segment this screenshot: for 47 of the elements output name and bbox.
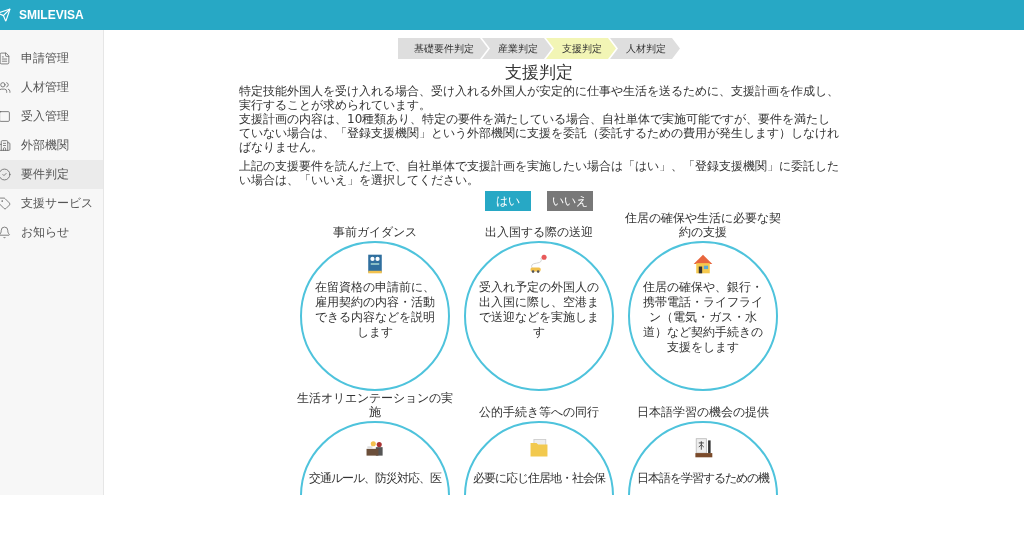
service-description: 受入れ予定の外国人の出入国に際し、空港まで送迎などを実施します [478,280,600,340]
brand-name: SMILEVISA [19,8,84,22]
tag-icon [0,197,11,210]
building-icon [0,139,11,152]
service-title: 事前ガイダンス [332,224,418,241]
sidebar-label: 支援サービス [21,195,93,212]
window-icon [0,110,11,123]
step-tab[interactable]: 支援判定 [546,38,616,59]
sidebar-item[interactable]: 人材管理 [0,73,103,102]
sidebar-item[interactable]: 要件判定 [0,160,103,189]
service-description: 日本語を学習するための機 [637,471,769,486]
service-title: 住居の確保や生活に必要な契約の支援 [624,211,782,241]
bell-icon [0,226,11,239]
description-text: 支援計画の内容は、10種類あり、特定の要件を満たしている場合、自社単体で実施可能ですが、要件を満たしていない場合は、「登録支援機関」という外部機関に支援を委託（委託するための費用が発生します）しなければなりません。 [239,112,839,154]
sidebar-label: 受入管理 [21,108,69,125]
service-description: 必要に応じ住居地・社会保 [473,471,605,486]
sidebar-item[interactable]: 外部機関 [0,131,103,160]
car-route-icon [528,253,550,275]
sidebar-item[interactable]: 支援サービス [0,189,103,218]
sidebar-item[interactable]: お知らせ [0,218,103,247]
house-icon [692,253,714,275]
service-description: 住居の確保や、銀行・携帯電話・ライフライン（電気・ガス・水道）など契約手続きの支援をします [642,280,764,355]
page-title: 支援判定 [505,61,573,84]
people-icon [0,81,11,94]
service-description: 交通ルール、防災対応、医 [309,471,441,486]
sidebar-label: お知らせ [21,224,69,241]
sidebar-item[interactable]: 受入管理 [0,102,103,131]
sidebar-label: 要件判定 [21,166,69,183]
description-text: 特定技能外国人を受け入れる場合、受け入れる外国人が安定的に仕事や生活を送るために、支援計画を作成し、実行することが求められています。 [239,84,839,112]
paper-plane-logo-icon [0,8,11,22]
step-tab[interactable]: 基礎要件判定 [398,38,488,59]
service-title: 公的手続き等への同行 [478,404,600,421]
step-tab[interactable]: 産業判定 [482,38,552,59]
no-button[interactable]: いいえ [547,191,593,211]
folder-icon [528,437,550,459]
sidebar-label: 人材管理 [21,79,69,96]
service-title: 出入国する際の送迎 [484,224,594,241]
sidebar-label: 外部機関 [21,137,69,154]
description-text: 上記の支援要件を読んだ上で、自社単体で支援計画を実施したい場合は「はい」、「登録支援機関」に委託したい場合は、「いいえ」を選択してください。 [239,159,839,187]
sidebar-label: 申請管理 [21,50,69,67]
service-description: 在留資格の申請前に、雇用契約の内容・活動できる内容などを説明します [314,280,436,340]
service-title: 生活オリエンテーションの実施 [296,391,454,421]
sidebar-item[interactable]: 申請管理 [0,44,103,73]
scroll-icon [692,437,714,459]
service-title: 日本語学習の機会の提供 [636,404,770,421]
form-icon [0,52,11,65]
step-tab[interactable]: 人材判定 [610,38,680,59]
